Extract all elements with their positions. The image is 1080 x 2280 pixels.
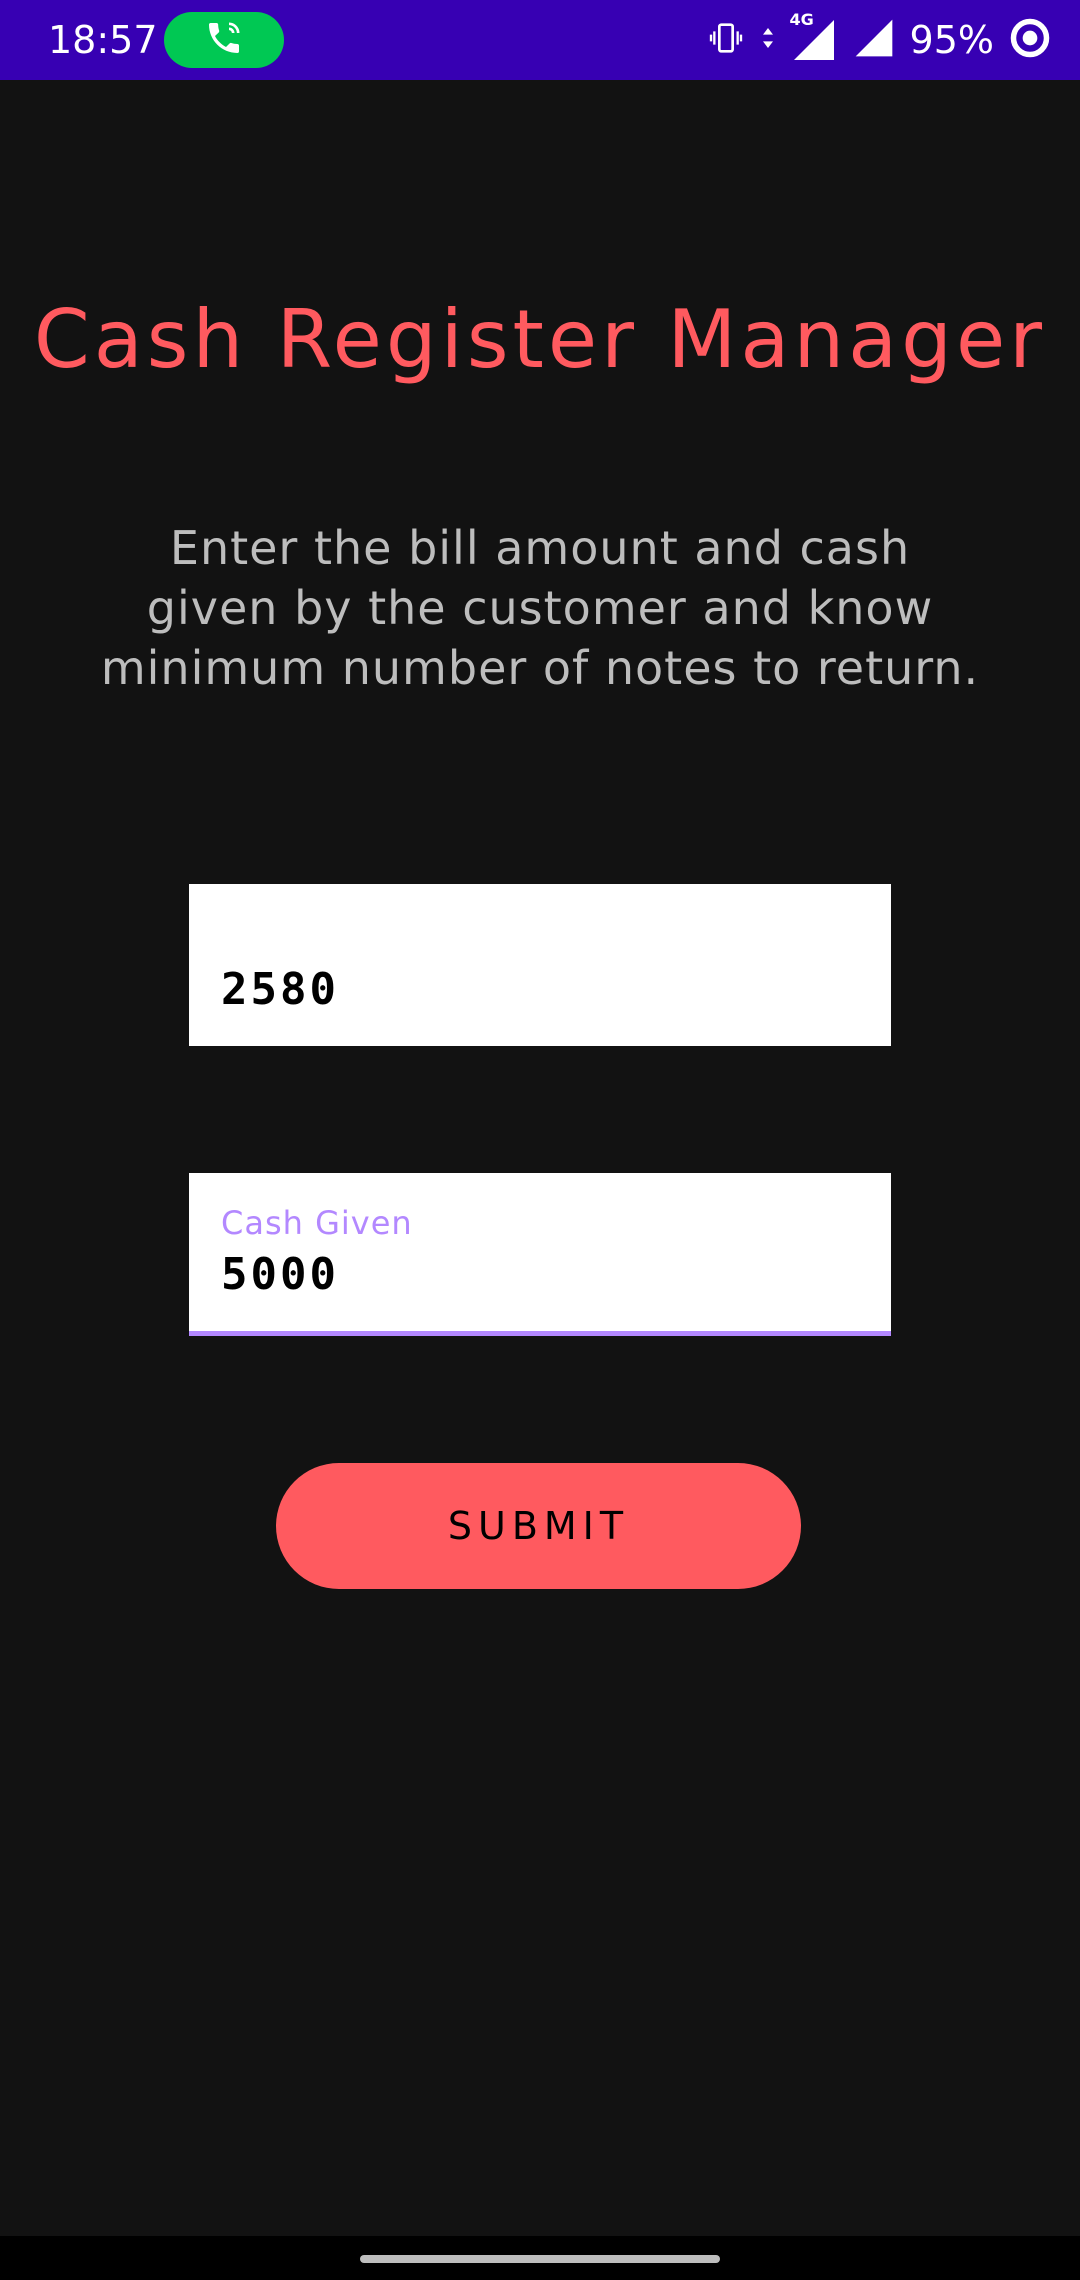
status-icons: 4G 95% (706, 10, 1052, 68)
status-time: 18:57 (48, 18, 158, 62)
home-gesture-handle[interactable] (360, 2255, 720, 2263)
battery-percent: 95% (909, 18, 994, 62)
ongoing-call-pill[interactable] (164, 12, 284, 68)
bill-amount-field[interactable] (189, 884, 891, 1046)
phone-call-icon (204, 18, 244, 62)
signal-icon (852, 16, 896, 64)
app-description: Enter the bill amount and cash given by … (100, 521, 980, 695)
data-arrows-icon (760, 18, 776, 62)
network-type-label: 4G (789, 10, 814, 29)
cash-given-label: Cash Given (221, 1204, 413, 1242)
app-title: Cash Register Manager (33, 293, 1047, 386)
status-bar: 18:57 4G 95% (0, 0, 1080, 80)
vibrate-icon (706, 18, 746, 62)
cash-given-field[interactable]: Cash Given (189, 1173, 891, 1336)
bill-amount-input[interactable] (221, 962, 861, 1018)
cash-given-input[interactable] (221, 1247, 861, 1303)
submit-button[interactable]: SUBMIT (276, 1463, 801, 1589)
battery-ring-icon (1008, 16, 1052, 64)
signal-4g-icon: 4G (790, 10, 838, 64)
